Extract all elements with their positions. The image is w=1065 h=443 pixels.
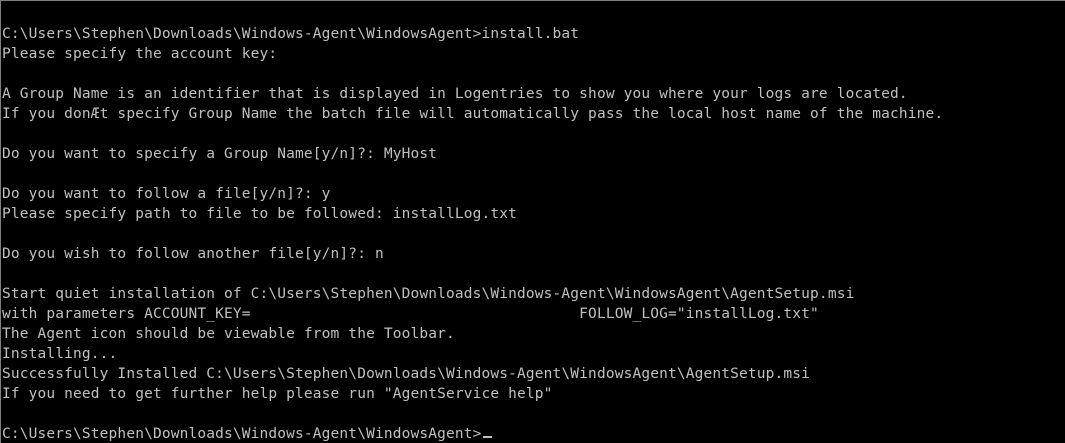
status-start-installation: Start quiet installation of C:\Users\Ste… (2, 286, 855, 302)
status-installed: Successfully Installed C:\Users\Stephen\… (2, 366, 811, 382)
console-window[interactable]: C:\Users\Stephen\Downloads\Windows-Agent… (0, 0, 1065, 443)
info-group-name-definition: A Group Name is an identifier that is di… (2, 86, 908, 102)
prompt-follow-file: Do you want to follow a file[y/n]?: y (2, 186, 331, 202)
status-installing: Installing... (2, 346, 118, 362)
info-agent-icon: The Agent icon should be viewable from t… (2, 326, 455, 342)
command-line-install: C:\Users\Stephen\Downloads\Windows-Agent… (2, 26, 580, 42)
command-prompt: C:\Users\Stephen\Downloads\Windows-Agent… (2, 426, 482, 442)
prompt-group-name: Do you want to specify a Group Name[y/n]… (2, 146, 438, 162)
prompt-file-path: Please specify path to file to be follow… (2, 206, 518, 222)
console-output: C:\Users\Stephen\Downloads\Windows-Agent… (2, 24, 943, 443)
info-group-name-default: If you donÆt specify Group Name the batc… (2, 106, 944, 122)
status-parameters: with parameters ACCOUNT_KEY= FOLLOW_LOG=… (2, 306, 819, 322)
prompt-follow-another-file: Do you wish to follow another file[y/n]?… (2, 246, 384, 262)
text-cursor (482, 436, 492, 438)
prompt-account-key: Please specify the account key: (2, 46, 278, 62)
info-help: If you need to get further help please r… (2, 386, 553, 402)
current-prompt-line[interactable]: C:\Users\Stephen\Downloads\Windows-Agent… (2, 424, 943, 443)
